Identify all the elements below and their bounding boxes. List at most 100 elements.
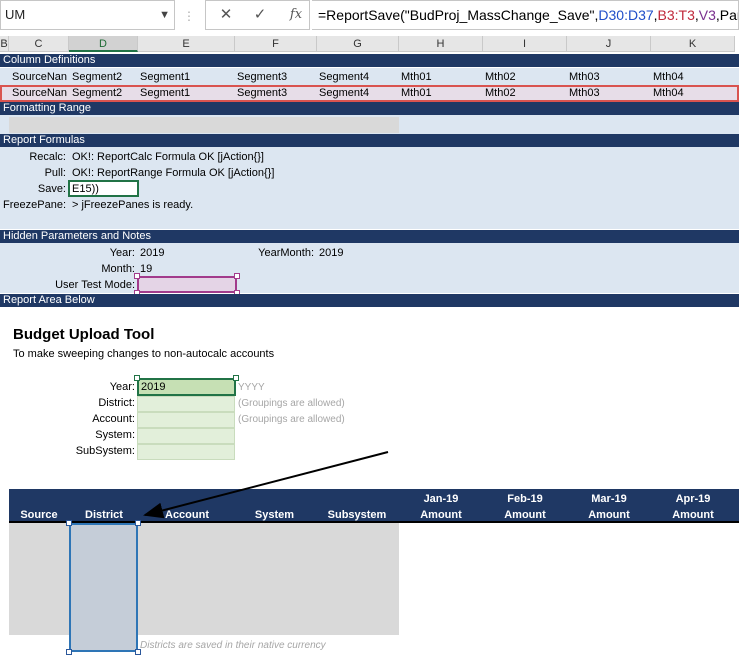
district-hint: (Groupings are allowed) [238, 398, 345, 409]
user-test-mode-cell[interactable] [137, 276, 237, 293]
cancel-icon[interactable]: ✕ [212, 1, 240, 29]
section-report-area: Report Area Below [0, 294, 739, 307]
header-district[interactable]: District [71, 509, 137, 521]
selection-handle[interactable] [135, 520, 141, 526]
district-input[interactable] [137, 396, 235, 412]
header-system[interactable]: System [237, 509, 312, 521]
formula-part: B3:T3 [657, 7, 695, 23]
system-label: System: [95, 429, 135, 441]
account-hint: (Groupings are allowed) [238, 414, 345, 425]
param-user-test-label: User Test Mode: [55, 279, 135, 291]
save-value: E15)) [72, 183, 99, 195]
selection-handle[interactable] [233, 375, 239, 381]
column-header-e[interactable]: E [138, 36, 235, 52]
header-amount-jan[interactable]: Amount [401, 509, 481, 521]
column-definition-cell[interactable]: Segment2 [72, 71, 122, 83]
column-header-b[interactable]: B [0, 36, 9, 52]
pull-value[interactable]: OK!: ReportRange Formula OK [jAction{}] [72, 167, 274, 179]
column-definition-cell[interactable]: Mth01 [401, 71, 432, 83]
param-yearmonth-value[interactable]: 2019 [319, 247, 343, 259]
section-column-definitions: Column Definitions [0, 54, 739, 67]
column-header-i[interactable]: I [483, 36, 567, 52]
param-month-label: Month: [101, 263, 135, 275]
param-year-value[interactable]: 2019 [140, 247, 164, 259]
table-body[interactable] [9, 523, 399, 635]
column-definition-cell[interactable]: Mth03 [569, 71, 600, 83]
freezepane-value[interactable]: > jFreezePanes is ready. [72, 199, 193, 211]
header-amount-apr[interactable]: Amount [653, 509, 733, 521]
page-subtitle: To make sweeping changes to non-autocalc… [13, 348, 275, 360]
column-definition-cell[interactable]: Mth02 [485, 87, 516, 99]
header-amount-mar[interactable]: Amount [569, 509, 649, 521]
header-month-jan[interactable]: Jan-19 [401, 493, 481, 505]
year-input[interactable]: 2019 [137, 378, 236, 396]
header-subsystem[interactable]: Subsystem [317, 509, 397, 521]
formatting-range-cell[interactable] [9, 117, 399, 133]
footnote: Districts are saved in their native curr… [140, 640, 326, 651]
column-header-f[interactable]: F [235, 36, 317, 52]
year-label: Year: [109, 381, 135, 393]
column-definition-cell[interactable]: Segment4 [319, 87, 369, 99]
formula-part: =ReportSave("BudProj_MassChange_Save", [318, 7, 599, 23]
formula-bar-grip-icon[interactable]: ⋮ [183, 5, 195, 27]
header-source[interactable]: Source [14, 509, 64, 521]
header-account[interactable]: Account [142, 509, 232, 521]
district-column-selection[interactable] [69, 523, 138, 652]
selection-handle[interactable] [234, 273, 240, 279]
section-formatting-range: Formatting Range [0, 102, 739, 115]
header-amount-feb[interactable]: Amount [485, 509, 565, 521]
column-definition-cell[interactable]: Segment2 [72, 87, 122, 99]
enter-icon[interactable]: ✓ [246, 1, 274, 29]
system-input[interactable] [137, 428, 235, 444]
table-header: Source District Account System Subsystem… [9, 489, 739, 523]
chevron-down-icon[interactable]: ▼ [159, 1, 170, 29]
save-label: Save: [37, 183, 66, 195]
param-month-value[interactable]: 19 [140, 263, 152, 275]
column-definition-cell[interactable]: Segment3 [237, 87, 287, 99]
formula-input[interactable]: =ReportSave("BudProj_MassChange_Save",D3… [312, 0, 739, 30]
selection-handle[interactable] [66, 649, 72, 655]
selection-handle[interactable] [66, 520, 72, 526]
recalc-value[interactable]: OK!: ReportCalc Formula OK [jAction{}] [72, 151, 264, 163]
column-definition-cell[interactable]: Segment1 [140, 71, 190, 83]
column-header-c[interactable]: C [9, 36, 69, 52]
column-definition-cell[interactable]: Segment1 [140, 87, 190, 99]
param-yearmonth-label: YearMonth: [258, 247, 314, 259]
column-definition-cell[interactable]: Mth02 [485, 71, 516, 83]
header-month-feb[interactable]: Feb-19 [485, 493, 565, 505]
header-month-mar[interactable]: Mar-19 [569, 493, 649, 505]
column-definition-cell[interactable]: Mth01 [401, 87, 432, 99]
section-report-formulas: Report Formulas [0, 134, 739, 147]
selection-handle[interactable] [134, 273, 140, 279]
header-month-apr[interactable]: Apr-19 [653, 493, 733, 505]
name-box[interactable]: UM ▼ [0, 0, 175, 30]
column-definition-cell[interactable]: Mth04 [653, 87, 684, 99]
formula-buttons: ✕ ✓ fx [205, 0, 310, 30]
year-input-value: 2019 [141, 381, 166, 393]
column-definition-cell[interactable]: Mth04 [653, 71, 684, 83]
section-hidden-parameters: Hidden Parameters and Notes [0, 230, 739, 243]
save-cell[interactable]: E15)) [68, 180, 139, 197]
column-definition-cell[interactable]: Segment4 [319, 71, 369, 83]
column-definition-cell[interactable]: Mth03 [569, 87, 600, 99]
column-definition-cell[interactable]: SourceNan [12, 71, 67, 83]
column-header-k[interactable]: K [651, 36, 735, 52]
column-definition-cell[interactable]: SourceNan [12, 87, 67, 99]
column-header-d[interactable]: D [69, 36, 138, 52]
selection-handle[interactable] [134, 375, 140, 381]
year-hint: YYYY [238, 382, 265, 393]
column-header-j[interactable]: J [567, 36, 651, 52]
recalc-label: Recalc: [29, 151, 66, 163]
account-input[interactable] [137, 412, 235, 428]
page-title: Budget Upload Tool [13, 326, 155, 343]
freezepane-label: FreezePane: [3, 199, 66, 211]
insert-function-icon[interactable]: fx [282, 1, 310, 29]
column-definition-cell[interactable]: Segment3 [237, 71, 287, 83]
account-label: Account: [92, 413, 135, 425]
subsystem-label: SubSystem: [75, 445, 135, 457]
district-label: District: [98, 397, 135, 409]
column-header-h[interactable]: H [399, 36, 483, 52]
subsystem-input[interactable] [137, 444, 235, 460]
column-header-g[interactable]: G [317, 36, 399, 52]
param-year-label: Year: [109, 247, 135, 259]
